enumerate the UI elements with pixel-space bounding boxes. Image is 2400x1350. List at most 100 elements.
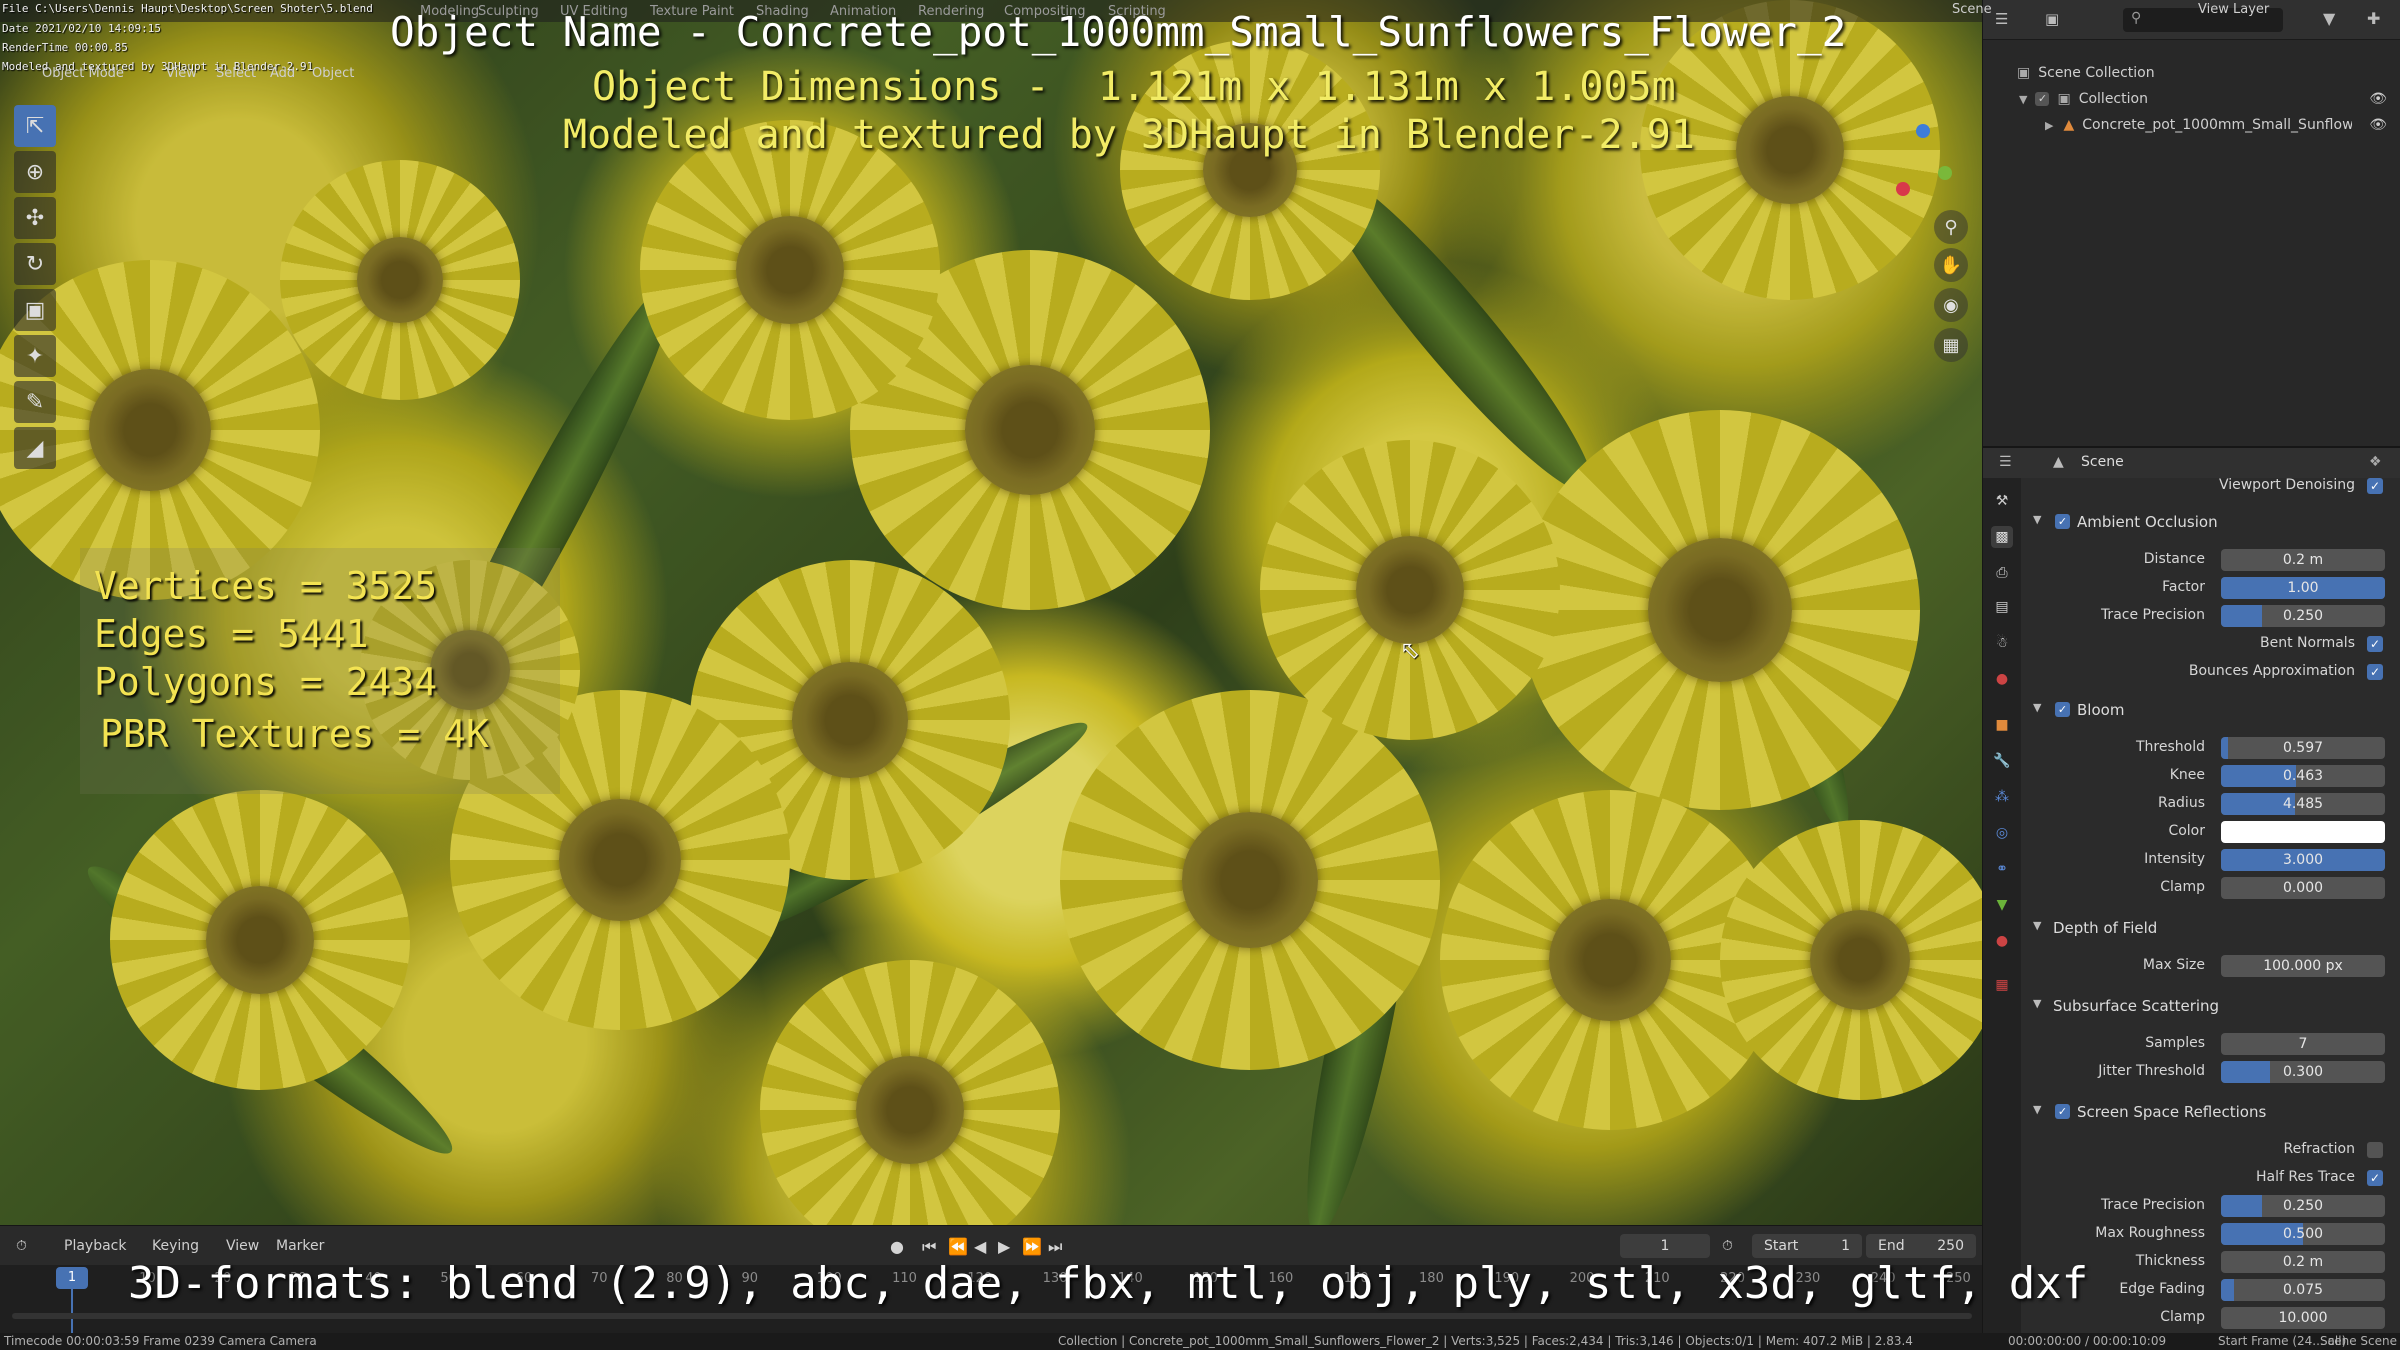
expand-arrow-icon[interactable]: ▼ [2019, 93, 2027, 106]
scene-tab-icon[interactable]: ☃ [1991, 632, 2013, 654]
visibility-eye-icon[interactable]: 👁 [2369, 91, 2387, 107]
tool-tab-icon[interactable]: ⚒ [1991, 490, 2013, 512]
bloom-radius-slider[interactable]: 4.485 [2221, 793, 2385, 815]
ao-factor-slider[interactable]: 1.00 [2221, 577, 2385, 599]
zoom-icon[interactable]: ⚲ [1934, 210, 1968, 244]
dof-max-size-field[interactable]: 100.000 px [2221, 955, 2385, 977]
bloom-color-swatch[interactable] [2221, 821, 2385, 843]
bloom-checkbox[interactable]: ✓ [2055, 702, 2070, 717]
prev-keyframe-icon[interactable]: ⏪ [948, 1237, 968, 1256]
particles-tab-icon[interactable]: ⁂ [1991, 786, 2013, 808]
ambient-occlusion-panel-header[interactable]: ▼ ✓ Ambient Occlusion [2021, 508, 2400, 536]
ambient-occlusion-checkbox[interactable]: ✓ [2055, 514, 2070, 529]
sss-samples-field[interactable]: 7 [2221, 1033, 2385, 1055]
editor-type-icon[interactable]: ☰ [1995, 10, 2008, 28]
filter-icon[interactable]: ▼ [2323, 9, 2335, 28]
menu-playback[interactable]: Playback [64, 1238, 126, 1254]
record-icon[interactable]: ● [890, 1237, 904, 1256]
ssr-half-res-checkbox[interactable]: ✓ [2367, 1170, 2383, 1186]
editor-type-icon[interactable]: ⏱ [16, 1238, 27, 1254]
bloom-knee-slider[interactable]: 0.463 [2221, 765, 2385, 787]
menu-add[interactable]: Add [270, 66, 295, 81]
display-mode-icon[interactable]: ▣ [2045, 10, 2059, 28]
move-icon[interactable]: ✣ [14, 197, 56, 239]
world-tab-icon[interactable]: ● [1991, 668, 2013, 690]
pan-hand-icon[interactable]: ✋ [1934, 248, 1968, 282]
bounces-approximation-checkbox[interactable]: ✓ [2367, 664, 2383, 680]
start-frame-field[interactable]: Start 1 [1752, 1234, 1862, 1258]
expand-arrow-icon[interactable]: ▶ [2045, 119, 2053, 132]
cursor-icon[interactable]: ⊕ [14, 151, 56, 193]
select-box-icon[interactable]: ⇱ [14, 105, 56, 147]
outliner-row-object[interactable]: ▶ ▲ Concrete_pot_1000mm_Small_Sunflowers… [1983, 112, 2400, 138]
camera-view-icon[interactable]: ◉ [1934, 288, 1968, 322]
ssr-edge-fading-slider[interactable]: 0.075 [2221, 1279, 2385, 1301]
transform-icon[interactable]: ✦ [14, 335, 56, 377]
play-reverse-icon[interactable]: ◀ [974, 1237, 986, 1256]
bent-normals-checkbox[interactable]: ✓ [2367, 636, 2383, 652]
next-keyframe-icon[interactable]: ⏩ [1022, 1237, 1042, 1256]
timeline-scrollbar[interactable] [12, 1313, 1972, 1319]
ssr-panel-header[interactable]: ▼ ✓ Screen Space Reflections [2021, 1098, 2400, 1126]
pin-icon[interactable]: ❖ [2369, 454, 2382, 470]
ssr-checkbox[interactable]: ✓ [2055, 1104, 2070, 1119]
ssr-trace-precision-slider[interactable]: 0.250 [2221, 1195, 2385, 1217]
navigation-gizmo[interactable] [1880, 118, 1960, 198]
menu-marker[interactable]: Marker [276, 1238, 324, 1254]
jump-start-icon[interactable]: ⏮ [922, 1237, 936, 1257]
mode-dropdown[interactable]: Object Mode [42, 66, 124, 81]
ao-distance-field[interactable]: 0.2 m [2221, 549, 2385, 571]
exclude-checkbox[interactable]: ✓ [2035, 92, 2050, 106]
subsurface-scattering-panel-header[interactable]: ▼ Subsurface Scattering [2021, 992, 2400, 1020]
menu-keying[interactable]: Keying [152, 1238, 199, 1254]
menu-select[interactable]: Select [216, 66, 256, 81]
new-collection-icon[interactable]: ✚ [2367, 9, 2380, 28]
rotate-icon[interactable]: ↻ [14, 243, 56, 285]
grid-view-icon[interactable]: ▦ [1934, 328, 1968, 362]
measure-icon[interactable]: ◢ [14, 427, 56, 469]
ao-trace-precision-slider[interactable]: 0.250 [2221, 605, 2385, 627]
formats-text: 3D-formats: blend (2.9), abc, dae, fbx, … [128, 1258, 2089, 1309]
viewport-denoising-checkbox[interactable]: ✓ [2367, 478, 2383, 494]
outliner-row-scene-collection[interactable]: ▣ Scene Collection [1983, 60, 2400, 86]
object-tab-icon[interactable]: ■ [1991, 714, 2013, 736]
bloom-clamp-field[interactable]: 0.000 [2221, 877, 2385, 899]
play-icon[interactable]: ▶ [998, 1237, 1010, 1256]
bloom-panel-header[interactable]: ▼ ✓ Bloom [2021, 696, 2400, 724]
physics-tab-icon[interactable]: ◎ [1991, 822, 2013, 844]
current-frame-field[interactable]: 1 [1620, 1234, 1710, 1258]
playhead[interactable]: 1 [56, 1267, 88, 1289]
jump-end-icon[interactable]: ⏭ [1048, 1237, 1062, 1257]
data-tab-icon[interactable]: ▼ [1991, 894, 2013, 916]
visibility-eye-icon[interactable]: 👁 [2369, 117, 2387, 133]
ssr-refraction-checkbox[interactable] [2367, 1142, 2383, 1158]
z-axis-icon[interactable] [1916, 124, 1930, 138]
ssr-thickness-field[interactable]: 0.2 m [2221, 1251, 2385, 1273]
y-axis-icon[interactable] [1938, 166, 1952, 180]
scale-icon[interactable]: ▣ [14, 289, 56, 331]
annotate-icon[interactable]: ✎ [14, 381, 56, 423]
editor-type-icon[interactable]: ☰ [1999, 454, 2012, 470]
material-tab-icon[interactable]: ● [1991, 930, 2013, 952]
menu-view[interactable]: View [226, 1238, 259, 1254]
end-frame-field[interactable]: End 250 [1866, 1234, 1976, 1258]
modifier-tab-icon[interactable]: 🔧 [1991, 750, 2013, 772]
texture-tab-icon[interactable]: ▦ [1991, 974, 2013, 996]
menu-object[interactable]: Object [312, 66, 354, 81]
x-axis-icon[interactable] [1896, 182, 1910, 196]
depth-of-field-panel-header[interactable]: ▼ Depth of Field [2021, 914, 2400, 942]
view-layer-selector[interactable]: View Layer [2198, 2, 2269, 17]
ssr-max-roughness-slider[interactable]: 0.500 [2221, 1223, 2385, 1245]
menu-view[interactable]: View [166, 66, 197, 81]
ssr-clamp-field[interactable]: 10.000 [2221, 1307, 2385, 1329]
3d-viewport[interactable]: Modeling Sculpting UV Editing Texture Pa… [0, 0, 1982, 1225]
bloom-threshold-slider[interactable]: 0.597 [2221, 737, 2385, 759]
constraints-tab-icon[interactable]: ⚭ [1991, 858, 2013, 880]
scene-selector[interactable]: Scene [1952, 2, 1992, 17]
output-tab-icon[interactable]: ⎙ [1991, 562, 2013, 584]
view-layer-tab-icon[interactable]: ▤ [1991, 596, 2013, 618]
render-tab-icon[interactable]: ▩ [1991, 526, 2013, 548]
outliner-row-collection[interactable]: ▼ ✓ ▣ Collection 👁 [1983, 86, 2400, 112]
sss-jitter-slider[interactable]: 0.300 [2221, 1061, 2385, 1083]
bloom-intensity-slider[interactable]: 3.000 [2221, 849, 2385, 871]
